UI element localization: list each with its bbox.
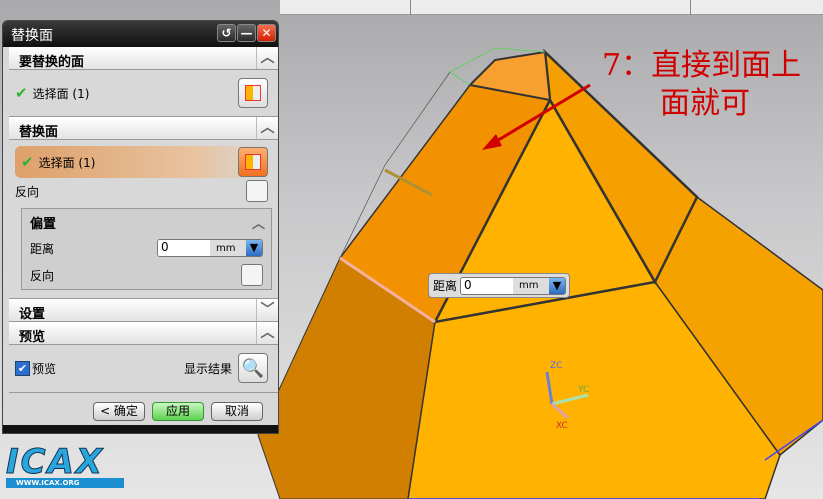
- float-distance-value[interactable]: 0: [461, 277, 514, 294]
- dropdown-arrow-icon[interactable]: ▼: [246, 240, 262, 256]
- preview-checkbox[interactable]: ✔: [15, 360, 30, 376]
- collapse-icon[interactable]: ︿: [256, 117, 278, 139]
- select-face-label[interactable]: 选择面 (1): [39, 154, 96, 171]
- icax-logo: ICAX WWW.ICAX.ORG: [6, 445, 124, 488]
- preview-label: 预览: [32, 361, 57, 376]
- triad-yc: YC: [577, 385, 589, 395]
- close-icon[interactable]: ✕: [257, 24, 276, 42]
- floating-distance-input[interactable]: 距离 0 mm ▼: [428, 273, 570, 298]
- reverse-label: 反向: [30, 268, 55, 283]
- minimize-icon[interactable]: —: [237, 24, 256, 42]
- collapse-icon[interactable]: ︿: [256, 322, 278, 344]
- replace-face-dialog: 替换面 ↺ — ✕ 要替换的面 ︿ ✔ 选择面 (1) 替换面 ︿ ✔ 选择面 (1) …: [2, 20, 279, 434]
- dialog-title: 替换面: [11, 28, 53, 44]
- check-icon: ✔: [21, 153, 34, 171]
- section-preview-header[interactable]: 预览 ︿: [9, 322, 278, 345]
- reverse-direction-button[interactable]: [241, 264, 263, 286]
- apply-button[interactable]: 应用: [152, 402, 204, 421]
- ok-button[interactable]: < 确定 >: [93, 402, 145, 433]
- collapse-icon[interactable]: ︿: [252, 213, 265, 232]
- cancel-button[interactable]: 取消: [211, 402, 263, 421]
- section-settings-header[interactable]: 设置 ﹀: [9, 299, 278, 322]
- cube-icon: [245, 85, 261, 101]
- reverse-direction-button[interactable]: [246, 180, 268, 202]
- select-face-cube-button[interactable]: [238, 147, 268, 177]
- offset-group: 偏置 ︿ 距离 0 mm ▼ 反向: [21, 208, 272, 290]
- reset-icon[interactable]: ↺: [217, 24, 236, 42]
- magnifier-icon: 🔍: [241, 357, 265, 379]
- triad-xc: XC: [556, 421, 568, 431]
- triad-zc: ZC: [550, 361, 562, 371]
- select-face-label[interactable]: 选择面 (1): [33, 85, 90, 102]
- check-icon: ✔: [15, 84, 28, 102]
- collapse-icon[interactable]: ︿: [256, 47, 278, 69]
- reverse-label: 反向: [15, 184, 40, 199]
- show-result-label: 显示结果: [183, 361, 232, 376]
- distance-label: 距离: [30, 241, 55, 256]
- section-replacement-face-header[interactable]: 替换面 ︿: [9, 117, 278, 140]
- float-distance-label: 距离: [433, 279, 458, 293]
- offset-label: 偏置: [30, 216, 57, 232]
- distance-unit: mm: [216, 242, 236, 254]
- distance-input[interactable]: 0: [158, 240, 210, 256]
- show-result-button[interactable]: 🔍: [238, 353, 268, 383]
- select-face-cube-button[interactable]: [238, 78, 268, 108]
- annotation-line2: 面就可: [660, 86, 750, 121]
- dialog-titlebar: 替换面 ↺ — ✕: [3, 21, 278, 47]
- cube-icon: [245, 154, 261, 170]
- float-distance-unit: mm: [519, 280, 539, 291]
- section-faces-to-replace-header[interactable]: 要替换的面 ︿: [9, 47, 278, 70]
- dropdown-arrow-icon[interactable]: ▼: [549, 277, 566, 294]
- expand-icon[interactable]: ﹀: [256, 299, 278, 321]
